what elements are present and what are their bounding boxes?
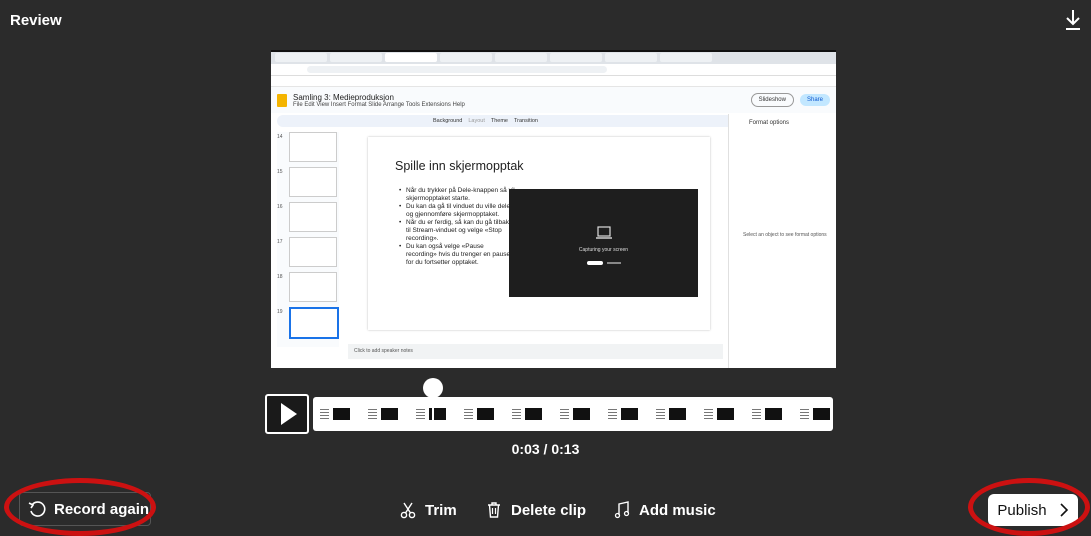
thumb-number: 18 <box>277 274 283 280</box>
timeline-frame <box>365 401 413 427</box>
chevron-right-icon <box>1060 503 1068 517</box>
slide-bullets: Når du trykker på Dele-knappen så vil sk… <box>398 187 516 267</box>
trash-icon <box>488 502 500 518</box>
format-panel-title: Format options <box>749 120 790 126</box>
add-music-label: Add music <box>639 501 716 519</box>
thumb-number: 15 <box>277 169 283 175</box>
thumb-number: 17 <box>277 239 283 245</box>
toolbar-transition: Transition <box>514 118 538 124</box>
publish-label: Publish <box>997 501 1047 519</box>
laptop-icon <box>596 226 612 239</box>
slide-canvas: Spille inn skjermopptak Når du trykker p… <box>368 137 710 330</box>
format-panel-hint: Select an object to see format options <box>743 232 827 238</box>
embedded-screenshot: Capturing your screen <box>509 189 698 297</box>
thumb-number: 19 <box>277 309 283 315</box>
thumb-number: 14 <box>277 134 283 140</box>
slide-thumbnail <box>289 272 337 302</box>
page-title: Review <box>10 12 62 29</box>
timeline-frame <box>653 401 701 427</box>
timeline-scrubber[interactable] <box>313 397 833 431</box>
add-music-button[interactable]: Add music <box>614 498 716 522</box>
toolbar-background: Background <box>433 118 463 124</box>
music-note-icon <box>614 501 630 519</box>
doc-header: Samling 3: Medieproduksjon File Edit Vie… <box>271 87 836 113</box>
undo-arrow-icon <box>28 501 46 517</box>
slide-title: Spille inn skjermopptak <box>395 159 524 173</box>
format-options-panel: Format options Select an object to see f… <box>728 114 836 368</box>
slideshow-button: Slideshow <box>750 93 794 107</box>
slide-thumbnail <box>289 132 337 162</box>
timeline-frame <box>557 401 605 427</box>
slide-thumbnail-selected <box>289 307 339 339</box>
speaker-notes: Click to add speaker notes <box>348 344 723 359</box>
slides-logo-icon <box>277 93 287 107</box>
slide-filmstrip: 14 15 16 17 18 19 <box>277 132 339 347</box>
slide-bullet: Du kan også velge «Pause recording» hvis… <box>399 243 516 267</box>
slide-bullet: Du kan da gå til vinduet du ville dele o… <box>399 203 516 219</box>
toolbar-layout: Layout <box>468 118 485 124</box>
doc-title: Samling 3: Medieproduksjon <box>293 92 394 102</box>
timeline-frame <box>749 401 797 427</box>
timeline-frame <box>701 401 749 427</box>
download-icon[interactable] <box>1063 8 1083 32</box>
toolbar-theme: Theme <box>490 118 508 124</box>
timeline-frame <box>797 401 833 427</box>
playhead-handle[interactable] <box>422 378 443 398</box>
video-preview[interactable]: Samling 3: Medieproduksjon File Edit Vie… <box>271 50 836 368</box>
trim-button[interactable]: Trim <box>400 498 457 522</box>
slide-thumbnail <box>289 237 337 267</box>
slide-bullet: Når du er ferdig, så kan du gå tilbake t… <box>399 219 516 243</box>
doc-menu: File Edit View Insert Format Slide Arran… <box>293 101 465 108</box>
browser-bookmarks-bar <box>271 76 836 87</box>
timeline-frame <box>413 401 461 427</box>
browser-url-bar <box>271 64 836 76</box>
slide-thumbnail <box>289 167 337 197</box>
timeline-frame <box>605 401 653 427</box>
share-button: Share <box>799 94 830 106</box>
delete-clip-label: Delete clip <box>511 501 587 519</box>
slide-bullet: Når du trykker på Dele-knappen så vil sk… <box>399 187 516 203</box>
timeline-frame <box>317 401 365 427</box>
capture-status-text: Capturing your screen <box>578 247 629 253</box>
record-again-label: Record again <box>54 500 150 518</box>
timeline-frame <box>509 401 557 427</box>
slide-thumbnail <box>289 202 337 232</box>
record-again-button[interactable]: Record again <box>19 492 151 526</box>
playback-time: 0:03 / 0:13 <box>511 441 580 457</box>
scissors-icon <box>400 502 416 519</box>
thumb-number: 16 <box>277 204 283 210</box>
browser-tab-strip <box>271 52 836 64</box>
delete-clip-button[interactable]: Delete clip <box>486 498 586 522</box>
timeline-frame <box>461 401 509 427</box>
play-icon <box>281 403 297 425</box>
trim-label: Trim <box>425 501 457 519</box>
play-button[interactable] <box>265 394 309 434</box>
publish-button[interactable]: Publish <box>988 494 1078 526</box>
